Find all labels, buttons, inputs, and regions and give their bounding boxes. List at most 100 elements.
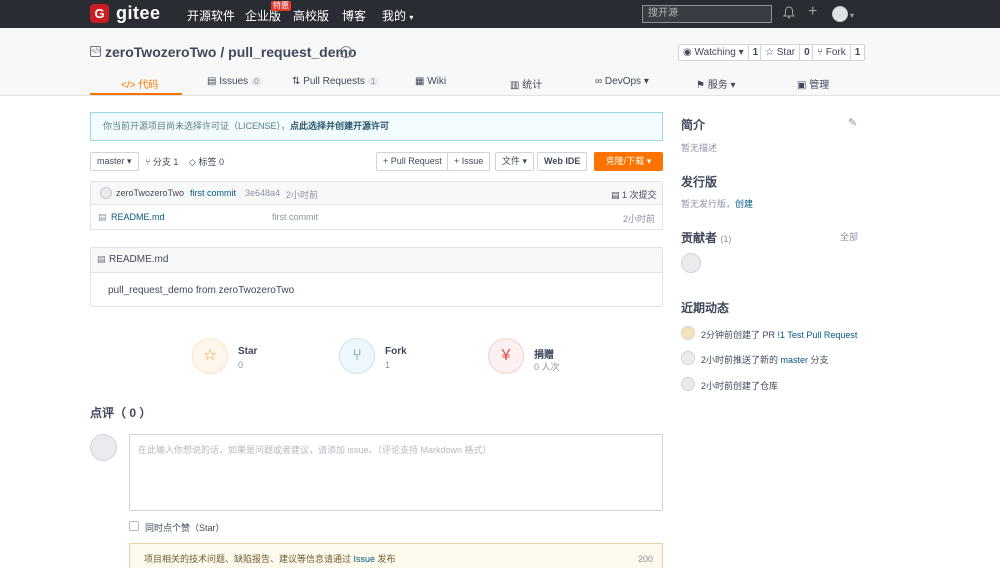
comment-user-avatar[interactable] xyxy=(90,434,117,461)
license-notice-text: 你当前开源项目尚未选择许可证（LICENSE）， xyxy=(103,121,291,131)
contributors-count: (1) xyxy=(720,234,732,244)
pull-request-icon: ⇅ xyxy=(292,76,301,87)
fork-icon: ⑂ xyxy=(817,47,823,58)
web-ide-button[interactable]: Web IDE xyxy=(537,152,588,171)
tab-manage[interactable]: ▣ 管理 xyxy=(797,76,829,91)
readme-file-icon: ▤ xyxy=(97,254,106,264)
user-avatar[interactable] xyxy=(832,6,848,22)
branches-label: 分支 1 xyxy=(152,157,179,167)
tab-wiki[interactable]: ▦ Wiki xyxy=(415,76,446,87)
search-input[interactable]: 搜开源 xyxy=(642,5,772,23)
contributors-all-link[interactable]: 全部 xyxy=(840,230,858,243)
repo-separator: / xyxy=(216,44,229,60)
repo-owner-link[interactable]: zeroTwozeroTwo xyxy=(105,44,216,60)
tag-icon: ◇ xyxy=(189,157,196,167)
repo-name-link[interactable]: pull_request_demo xyxy=(228,44,356,60)
commit-author-avatar[interactable] xyxy=(100,187,112,199)
tags-link[interactable]: ◇ 标签 0 xyxy=(189,155,224,168)
fork-stat-icon[interactable]: ⑂ xyxy=(339,338,375,374)
new-pull-request-button[interactable]: + Pull Request xyxy=(376,152,449,171)
star-stat-label[interactable]: Star xyxy=(238,346,257,357)
activity-title: 近期动态 xyxy=(681,301,730,315)
warning-issue-link[interactable]: Issue xyxy=(354,554,376,564)
chevron-down-icon[interactable]: ▾ xyxy=(850,8,854,24)
branch-select[interactable]: master ▾ xyxy=(90,152,139,171)
tab-code[interactable]: </> 代码 xyxy=(121,76,158,91)
branch-icon: ⑂ xyxy=(145,157,151,167)
new-issue-button[interactable]: + Issue xyxy=(447,152,491,171)
release-text: 暂无发行版，创建 xyxy=(681,197,753,210)
star-checkbox[interactable] xyxy=(129,521,139,531)
watch-button[interactable]: ◉ Watching ▾ 1 xyxy=(678,44,764,61)
activity-text: 2分钟前创建了 PR xyxy=(701,330,778,340)
commit-author[interactable]: zeroTwozeroTwo xyxy=(116,188,184,198)
activity-link[interactable]: !1 Test Pull Request xyxy=(778,330,858,340)
license-notice: 你当前开源项目尚未选择许可证（LICENSE），点此选择并创建开源许可 xyxy=(90,112,663,141)
commit-message[interactable]: first commit xyxy=(190,188,236,198)
gitee-logo-icon[interactable]: G xyxy=(90,4,109,23)
tab-pull-requests[interactable]: ⇅ Pull Requests 1 xyxy=(292,76,379,87)
comment-warning: 项目相关的技术问题、缺陷报告、建议等信息请通过 Issue 发布 200 xyxy=(129,543,663,568)
fork-stat-value: 1 xyxy=(385,360,391,370)
tab-issues[interactable]: ▤ Issues 0 xyxy=(207,76,262,87)
commit-hash[interactable]: 3e648a4 xyxy=(245,188,280,198)
tab-services[interactable]: ⚑ 服务 ▾ xyxy=(696,76,736,91)
plus-icon[interactable]: + xyxy=(808,4,817,20)
create-license-link[interactable]: 点此选择并创建开源许可 xyxy=(290,121,389,131)
fork-stat-label[interactable]: Fork xyxy=(385,346,407,357)
hot-badge: 特惠 xyxy=(271,1,291,11)
commit-time: 2小时前 xyxy=(286,190,319,200)
tab-devops[interactable]: ∞ DevOps ▾ xyxy=(595,76,649,87)
bell-icon[interactable] xyxy=(783,6,795,23)
fork-button[interactable]: ⑂ Fork 1 xyxy=(812,44,866,61)
star-stat-icon[interactable]: ☆ xyxy=(192,338,228,374)
tab-wiki-label: Wiki xyxy=(427,76,447,87)
tab-devops-label: DevOps xyxy=(604,76,642,87)
branches-link[interactable]: ⑂ 分支 1 xyxy=(145,155,178,168)
list-item: 2小时前创建了仓库 xyxy=(701,379,778,392)
commits-icon: ▤ xyxy=(611,190,620,200)
tab-pr-count: 1 xyxy=(367,77,379,86)
star-stat-value: 0 xyxy=(238,360,244,370)
fork-count[interactable]: 1 xyxy=(849,45,865,60)
nav-open-source[interactable]: 开源软件 xyxy=(187,7,235,24)
tags-label: 标签 0 xyxy=(198,157,224,167)
commits-count-link[interactable]: ▤ 1 次提交 xyxy=(611,188,657,201)
manage-icon: ▣ xyxy=(797,80,807,91)
clone-download-button[interactable]: 克隆/下载 ▾ xyxy=(594,152,663,171)
gitee-logo-text[interactable]: gitee xyxy=(116,3,161,24)
star-label: Star xyxy=(776,47,796,58)
activity-avatar[interactable] xyxy=(681,326,695,340)
activity-link[interactable]: master xyxy=(781,355,809,365)
eye-icon: ◉ xyxy=(683,47,692,58)
contributors-title: 贡献者 (1) xyxy=(681,229,731,246)
tab-pr-label: Pull Requests xyxy=(303,76,365,87)
comment-textarea[interactable]: 在此输入你想说的话，如果是问题或者建议，请添加 issue。（评论支持 Mark… xyxy=(129,434,663,511)
donate-stat-icon[interactable]: ¥ xyxy=(488,338,524,374)
file-menu-button[interactable]: 文件 ▾ xyxy=(495,152,535,171)
activity-text: 2小时前推送了新的 xyxy=(701,355,781,365)
contributor-avatar[interactable] xyxy=(681,253,701,273)
table-row[interactable]: ▤ README.md first commit 2小时前 xyxy=(91,206,662,230)
star-checkbox-label[interactable]: 同时点个赞（Star） xyxy=(145,521,225,534)
nav-university[interactable]: 高校版 xyxy=(293,7,329,24)
activity-avatar[interactable] xyxy=(681,351,695,365)
code-icon: </> xyxy=(121,80,136,91)
file-name-link[interactable]: README.md xyxy=(111,212,165,222)
tab-stats[interactable]: ▥ 统计 xyxy=(510,76,542,91)
warning-suffix: 发布 xyxy=(375,554,396,564)
branch-select-label: master xyxy=(97,156,125,166)
tab-code-label: 代码 xyxy=(138,80,159,91)
donate-stat-label[interactable]: 捐赠 xyxy=(534,346,554,361)
nav-blog[interactable]: 博客 xyxy=(342,7,366,24)
file-commit-message[interactable]: first commit xyxy=(272,212,318,222)
file-menu-label: 文件 xyxy=(502,156,521,166)
star-button[interactable]: ☆ Star 0 xyxy=(760,44,815,61)
commits-count-label: 1 次提交 xyxy=(622,190,657,200)
activity-text: 2小时前创建了仓库 xyxy=(701,381,779,391)
edit-icon[interactable]: ✎ xyxy=(848,116,857,129)
nav-mine[interactable]: 我的 ▾ xyxy=(382,7,413,24)
activity-avatar[interactable] xyxy=(681,377,695,391)
create-release-link[interactable]: 创建 xyxy=(735,199,753,209)
repo-settings-icon[interactable] xyxy=(340,46,352,58)
